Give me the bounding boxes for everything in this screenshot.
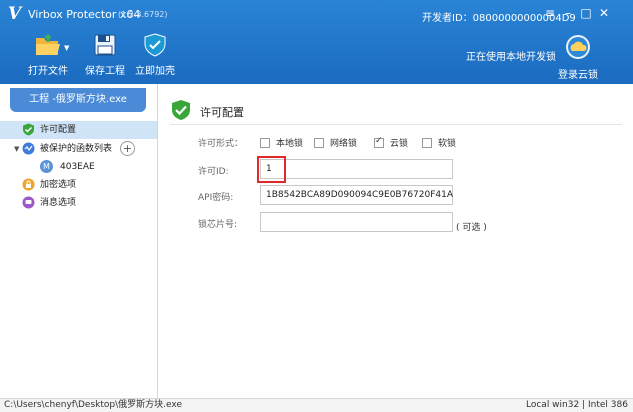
minimize-icon[interactable]: – — [560, 5, 576, 21]
checkbox[interactable] — [374, 136, 384, 148]
api-key-input[interactable]: 1B8542BCA89D090094C9E0B76720F41A — [260, 185, 453, 205]
menu-icon[interactable]: ≡ — [542, 5, 558, 21]
sidebar-item-label: 消息选项 — [40, 198, 77, 208]
sidebar-item-label: 被保护的函数列表 — [40, 144, 113, 154]
status-bar: C:\Users\chenyf\Desktop\俄罗斯方块.exe Local … — [0, 398, 633, 412]
license-form-label: 许可形式： — [198, 139, 244, 149]
lock-options-icon — [22, 178, 35, 191]
maximize-icon[interactable]: □ — [578, 5, 594, 21]
api-key-label: API密码: — [198, 193, 234, 203]
section-title: 许可配置 — [200, 106, 244, 119]
section-divider — [170, 124, 622, 125]
sidebar: 工程 -俄罗斯方块.exe 许可配置 ▼ 被保护的函数列表 + M 403EAE… — [0, 84, 158, 398]
cloud-login-button[interactable]: 登录云锁 — [556, 34, 600, 81]
arch-info: Local win32 | Intel 386 — [526, 400, 628, 410]
cloud-login-label: 登录云锁 — [558, 70, 598, 81]
add-function-button[interactable]: + — [120, 141, 135, 156]
function-badge: M — [40, 160, 53, 173]
protect-now-button[interactable]: 立即加壳 — [134, 33, 176, 79]
open-file-label: 打开文件 — [28, 66, 68, 77]
project-tab[interactable]: 工程 -俄罗斯方块.exe — [10, 88, 146, 112]
window-controls: ≡ – □ ✕ — [540, 5, 612, 21]
checkbox[interactable] — [314, 137, 324, 148]
lock-type-label: 本地锁 — [276, 139, 304, 149]
sidebar-item-label: 加密选项 — [40, 180, 77, 190]
save-project-label: 保存工程 — [85, 66, 125, 77]
checkbox[interactable] — [260, 137, 270, 148]
app-version: (1.2.3.6792) — [118, 10, 168, 19]
save-icon — [94, 34, 116, 56]
cloud-lock-icon — [566, 35, 590, 59]
lock-type-label: 云锁 — [390, 139, 409, 149]
highlight-box — [257, 156, 286, 183]
license-id-label: 许可ID: — [198, 167, 229, 177]
sidebar-item-label: 403EAE — [60, 162, 95, 172]
protect-now-label: 立即加壳 — [135, 66, 175, 77]
save-project-button[interactable]: 保存工程 — [84, 33, 126, 79]
shield-check-icon — [172, 100, 190, 120]
close-icon[interactable]: ✕ — [596, 5, 612, 21]
open-file-button[interactable]: ▼ 打开文件 — [22, 33, 74, 79]
lock-status-text: 正在使用本地开发锁 — [466, 52, 556, 63]
title-bar: V Virbox Protector x64 (1.2.3.6792) 开发者I… — [0, 0, 633, 28]
lock-type-label: 软锁 — [438, 139, 457, 149]
virbox-logo: V — [8, 4, 22, 24]
file-path: C:\Users\chenyf\Desktop\俄罗斯方块.exe — [4, 400, 182, 410]
sidebar-item-encryption-options[interactable]: 加密选项 — [0, 176, 157, 194]
chip-id-input[interactable] — [260, 212, 453, 232]
shield-check-icon — [23, 123, 34, 136]
optional-note: ( 可选 ) — [456, 223, 487, 233]
function-list-icon — [22, 142, 35, 155]
chevron-down-icon[interactable]: ▼ — [14, 140, 19, 158]
license-id-input[interactable]: 1 — [260, 159, 453, 179]
chevron-down-icon[interactable]: ▼ — [64, 44, 69, 52]
lock-type-network[interactable]: 网络锁 — [314, 136, 357, 149]
lock-type-soft[interactable]: 软锁 — [422, 136, 456, 149]
message-icon — [22, 196, 35, 209]
sidebar-item-protected-functions[interactable]: ▼ 被保护的函数列表 + — [0, 140, 157, 158]
lock-type-label: 网络锁 — [330, 139, 358, 149]
folder-open-icon — [36, 34, 60, 55]
sidebar-item-function[interactable]: M 403EAE — [0, 158, 157, 176]
app-header: V Virbox Protector x64 (1.2.3.6792) 开发者I… — [0, 0, 633, 84]
sidebar-item-message-options[interactable]: 消息选项 — [0, 194, 157, 212]
lock-type-cloud[interactable]: 云锁 — [374, 136, 408, 149]
sidebar-item-license-config[interactable]: 许可配置 — [0, 121, 157, 139]
shield-protect-icon — [144, 33, 166, 57]
sidebar-item-label: 许可配置 — [40, 125, 77, 135]
license-config-panel: 许可配置 许可形式： 本地锁 网络锁 云锁 软锁 许可ID: 1 API密码: … — [158, 84, 633, 398]
checkbox[interactable] — [422, 137, 432, 148]
lock-type-local[interactable]: 本地锁 — [260, 136, 303, 149]
chip-id-label: 锁芯片号: — [198, 220, 238, 230]
